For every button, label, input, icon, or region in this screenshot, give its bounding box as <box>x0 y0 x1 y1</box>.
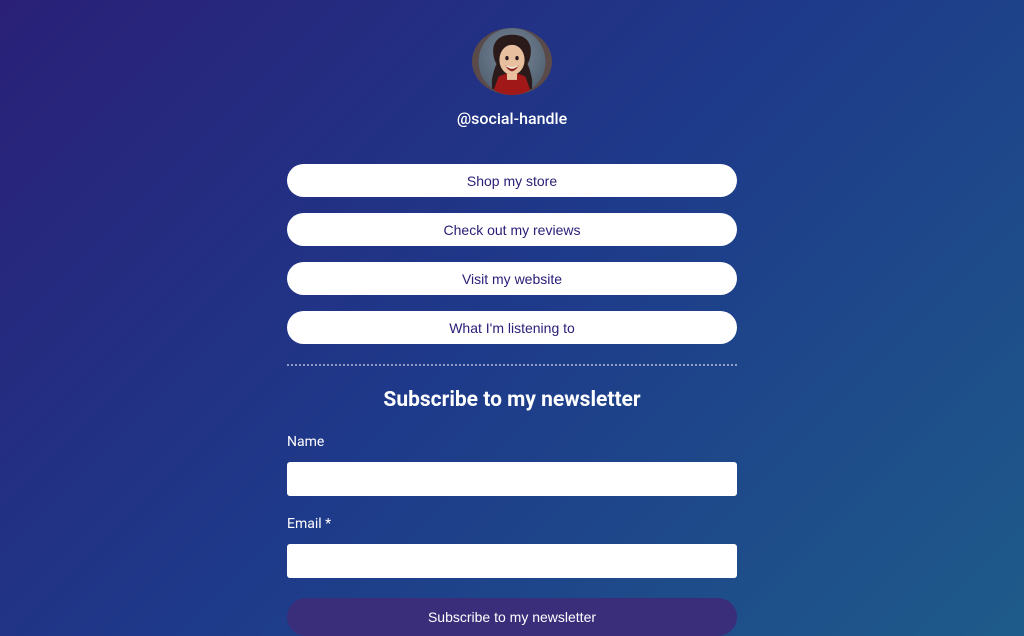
link-listening[interactable]: What I'm listening to <box>287 311 737 344</box>
profile-container: @social-handle Shop my store Check out m… <box>287 28 737 636</box>
link-list: Shop my store Check out my reviews Visit… <box>287 164 737 344</box>
link-shop[interactable]: Shop my store <box>287 164 737 197</box>
name-input[interactable] <box>287 462 737 496</box>
link-reviews[interactable]: Check out my reviews <box>287 213 737 246</box>
divider <box>287 364 737 366</box>
avatar-image <box>472 28 552 95</box>
avatar <box>472 28 552 95</box>
social-handle: @social-handle <box>457 109 567 128</box>
email-label: Email * <box>287 516 737 532</box>
email-input[interactable] <box>287 544 737 578</box>
newsletter-form: Name Email * Subscribe to my newsletter <box>287 434 737 636</box>
name-label: Name <box>287 434 737 450</box>
newsletter-title: Subscribe to my newsletter <box>383 388 640 412</box>
link-website[interactable]: Visit my website <box>287 262 737 295</box>
subscribe-button[interactable]: Subscribe to my newsletter <box>287 598 737 636</box>
